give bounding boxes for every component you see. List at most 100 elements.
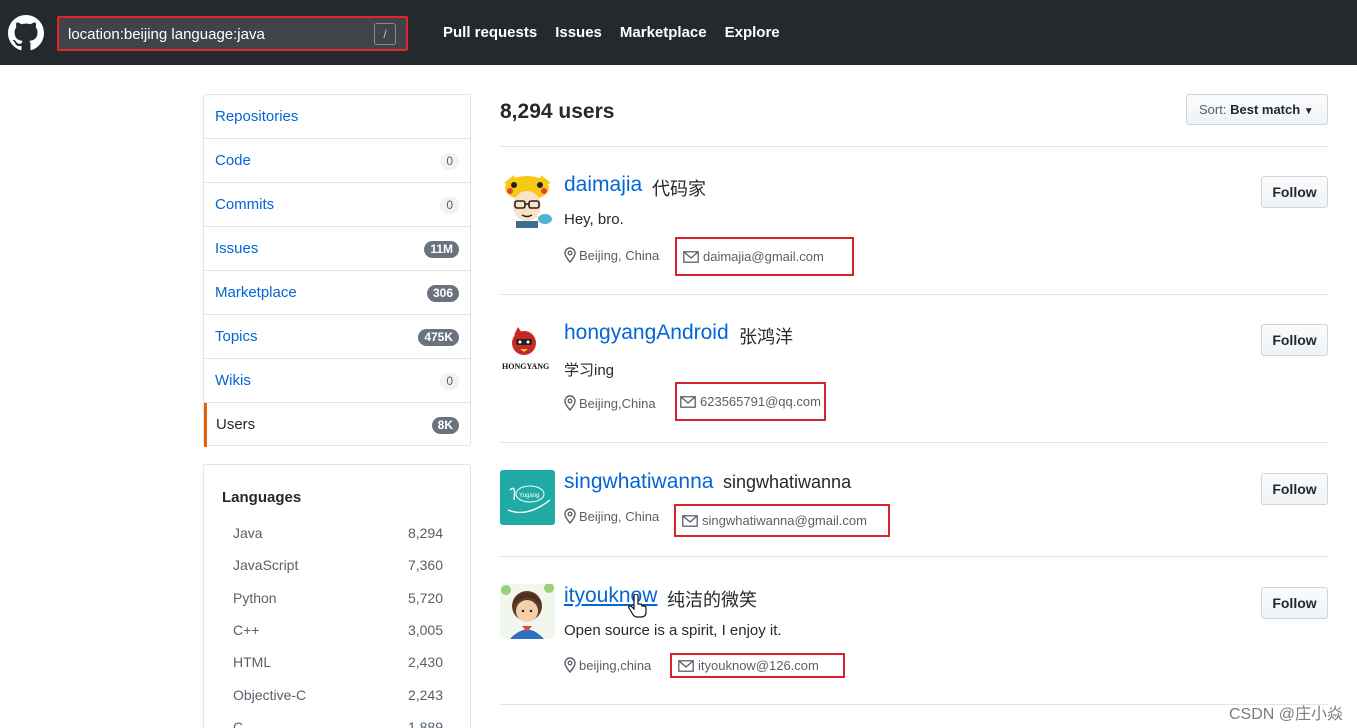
- sort-dropdown[interactable]: Sort: Best match ▼: [1186, 94, 1328, 125]
- user-fullname: 纯洁的微笑: [667, 590, 757, 610]
- user-location: Beijing,China: [564, 395, 656, 411]
- nav-explore[interactable]: Explore: [725, 24, 780, 41]
- language-name: C++: [233, 622, 260, 638]
- sort-prefix: Sort:: [1199, 102, 1227, 117]
- user-location: Beijing, China: [564, 247, 659, 263]
- filter-repositories[interactable]: Repositories: [204, 95, 470, 139]
- filter-commits[interactable]: Commits 0: [204, 183, 470, 227]
- filter-marketplace[interactable]: Marketplace 306: [204, 271, 470, 315]
- svg-text:HONGYANG: HONGYANG: [502, 362, 549, 371]
- filter-users[interactable]: Users 8K: [204, 403, 470, 447]
- user-email[interactable]: daimajia@gmail.com: [675, 237, 854, 276]
- language-item-objective-c[interactable]: Objective-C 2,243: [233, 687, 443, 707]
- filter-count: 475K: [418, 329, 459, 346]
- language-count: 2,430: [407, 654, 443, 670]
- search-type-filter: Repositories Code 0 Commits 0 Issues 11M…: [203, 94, 471, 447]
- filter-topics[interactable]: Topics 475K: [204, 315, 470, 359]
- filter-label: Issues: [215, 240, 259, 257]
- filter-label: Code: [215, 152, 251, 169]
- language-count: 1,889: [407, 719, 443, 728]
- language-name: Java: [233, 525, 263, 541]
- location-icon: [564, 657, 576, 673]
- filter-count: 8K: [431, 417, 459, 434]
- user-location: beijing,china: [564, 657, 651, 673]
- language-item-cpp[interactable]: C++ 3,005: [233, 622, 443, 642]
- search-box: /: [57, 16, 408, 51]
- follow-button[interactable]: Follow: [1261, 176, 1328, 208]
- language-item-c[interactable]: C 1,889: [233, 719, 443, 728]
- avatar[interactable]: HONGYANG: [500, 321, 555, 376]
- search-input[interactable]: [68, 24, 368, 44]
- language-name: Python: [233, 590, 277, 606]
- avatar[interactable]: [500, 173, 555, 228]
- location-text: Beijing,China: [579, 395, 656, 411]
- user-bio: Open source is a spirit, I enjoy it.: [564, 622, 782, 639]
- location-text: beijing,china: [579, 657, 652, 673]
- languages-filter: Languages Java 8,294 JavaScript 7,360 Py…: [203, 464, 471, 728]
- filter-wikis[interactable]: Wikis 0: [204, 359, 470, 403]
- user-email[interactable]: 623565791@qq.com: [675, 382, 826, 421]
- language-item-javascript[interactable]: JavaScript 7,360: [233, 557, 443, 577]
- languages-title: Languages: [222, 489, 302, 506]
- language-item-java[interactable]: Java 8,294: [233, 525, 443, 545]
- username-link[interactable]: hongyangAndroid: [564, 321, 729, 345]
- mail-icon: [683, 250, 699, 263]
- avatar[interactable]: [500, 584, 555, 639]
- email-text: daimajia@gmail.com: [703, 249, 824, 264]
- language-count: 7,360: [407, 557, 443, 573]
- filter-count: 0: [440, 197, 459, 214]
- user-bio: 学习ing: [564, 362, 615, 379]
- user-result: Yugang singwhatiwanna singwhatiwanna Bei…: [500, 470, 1328, 600]
- divider: [500, 294, 1328, 295]
- username-link[interactable]: singwhatiwanna: [564, 470, 713, 494]
- language-name: HTML: [233, 654, 272, 670]
- nav-issues[interactable]: Issues: [555, 24, 602, 41]
- follow-button[interactable]: Follow: [1261, 473, 1328, 505]
- location-icon: [564, 247, 576, 263]
- username-link[interactable]: daimajia: [564, 173, 642, 197]
- caret-down-icon: ▼: [1303, 106, 1314, 117]
- global-header: / Pull requests Issues Marketplace Explo…: [0, 0, 1357, 65]
- user-fullname: 代码家: [652, 179, 706, 199]
- github-logo-icon[interactable]: [8, 15, 44, 51]
- location-text: Beijing, China: [579, 508, 660, 524]
- filter-label: Wikis: [215, 372, 251, 389]
- language-count: 2,243: [407, 687, 443, 703]
- language-count: 8,294: [407, 525, 443, 541]
- avatar[interactable]: Yugang: [500, 470, 555, 525]
- email-text: 623565791@qq.com: [700, 394, 821, 409]
- user-bio: Hey, bro.: [564, 211, 624, 228]
- search-shortcut-key: /: [374, 23, 396, 45]
- filter-label: Commits: [215, 196, 275, 213]
- filter-label: Topics: [215, 328, 258, 345]
- mail-icon: [678, 659, 694, 672]
- user-fullname: singwhatiwanna: [723, 472, 852, 492]
- follow-button[interactable]: Follow: [1261, 587, 1328, 619]
- user-email[interactable]: singwhatiwanna@gmail.com: [674, 504, 890, 537]
- follow-button[interactable]: Follow: [1261, 324, 1328, 356]
- filter-label: Users: [216, 416, 256, 433]
- divider: [500, 442, 1328, 443]
- language-name: C: [233, 719, 244, 728]
- user-result: HONGYANG hongyangAndroid 张鸿洋 学习ing Beiji…: [500, 321, 1328, 451]
- nav-pull-requests[interactable]: Pull requests: [443, 24, 537, 41]
- language-item-html[interactable]: HTML 2,430: [233, 654, 443, 674]
- header-nav: Pull requests Issues Marketplace Explore: [443, 0, 798, 65]
- watermark: CSDN @庄小焱: [1228, 706, 1343, 723]
- language-count: 5,720: [407, 590, 443, 606]
- filter-issues[interactable]: Issues 11M: [204, 227, 470, 271]
- sort-value: Best match: [1230, 102, 1301, 117]
- divider: [500, 146, 1328, 147]
- location-icon: [564, 508, 576, 524]
- nav-marketplace[interactable]: Marketplace: [620, 24, 707, 41]
- location-icon: [564, 395, 576, 411]
- language-item-python[interactable]: Python 5,720: [233, 590, 443, 610]
- filter-label: Marketplace: [215, 284, 297, 301]
- hand-cursor-icon: [628, 594, 647, 618]
- user-email[interactable]: ityouknow@126.com: [670, 653, 845, 678]
- filter-count: 0: [440, 153, 459, 170]
- divider: [500, 704, 1328, 705]
- location-text: Beijing, China: [579, 247, 660, 263]
- filter-code[interactable]: Code 0: [204, 139, 470, 183]
- mail-icon: [682, 514, 698, 527]
